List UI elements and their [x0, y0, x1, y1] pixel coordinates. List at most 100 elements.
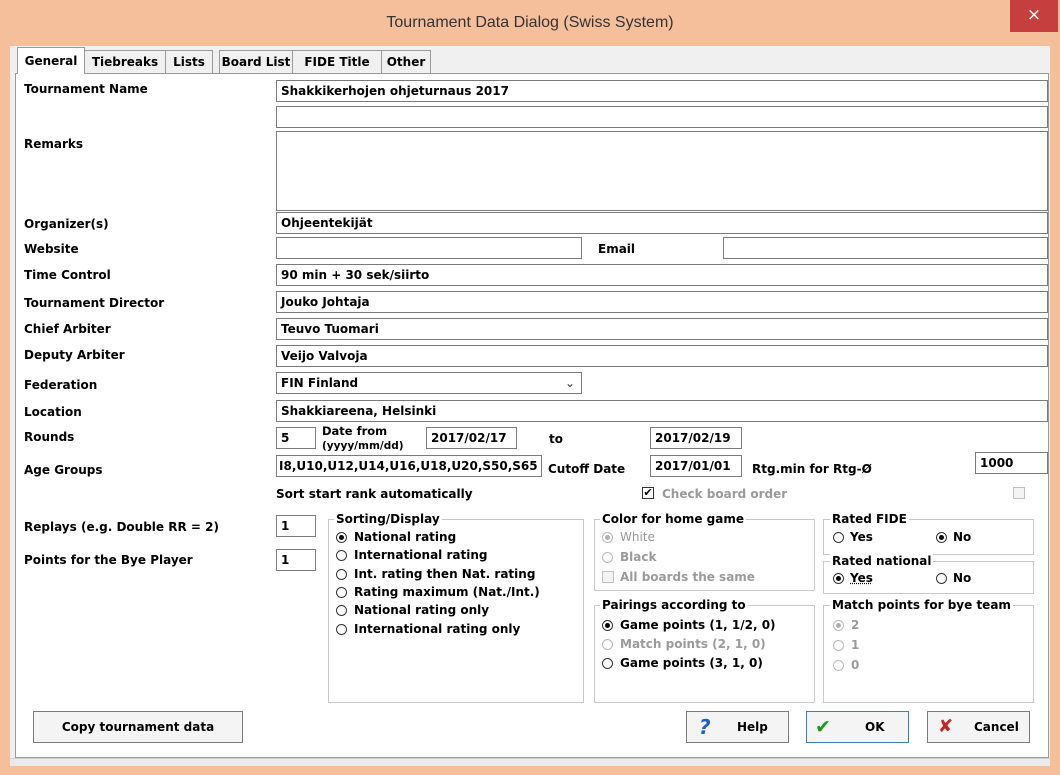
tournament-director-label: Tournament Director — [24, 296, 165, 310]
rated-fide-title: Rated FIDE — [830, 512, 909, 526]
remarks-label: Remarks — [24, 137, 84, 151]
sorting-option-label: National rating — [354, 530, 457, 544]
sort-start-rank-label: Sort start rank automatically — [276, 487, 473, 501]
status-bar — [10, 758, 1050, 766]
rounds-input[interactable]: 5 — [276, 427, 316, 449]
tournament-director-input[interactable]: Jouko Johtaja — [276, 291, 1048, 313]
pairings-radio-game-points-310[interactable] — [602, 658, 613, 669]
window-frame-left — [0, 46, 10, 775]
tournament-name-input[interactable]: Shakkikerhojen ohjeturnaus 2017 — [276, 80, 1048, 102]
match-bye-radio-1[interactable] — [833, 640, 844, 651]
match-bye-option-label: 2 — [851, 618, 860, 632]
points-bye-label: Points for the Bye Player — [24, 553, 193, 567]
match-bye-option-label: 1 — [851, 638, 860, 652]
close-icon[interactable]: × — [1010, 0, 1058, 32]
rated-fide-radio-no[interactable] — [936, 532, 947, 543]
rated-fide-no-label: No — [953, 530, 972, 544]
window-frame-right — [1050, 46, 1060, 775]
sorting-option-label: International rating only — [354, 622, 521, 636]
date-from-input[interactable]: 2017/02/17 — [426, 427, 517, 449]
color-radio-black[interactable] — [602, 552, 613, 563]
color-option-label: White — [620, 530, 655, 544]
remarks-textarea[interactable] — [276, 131, 1048, 211]
time-control-label: Time Control — [24, 268, 111, 282]
sorting-radio-international-only[interactable] — [336, 624, 347, 635]
tournament-name-label: Tournament Name — [24, 82, 148, 96]
rated-national-radio-yes[interactable] — [833, 573, 844, 584]
rated-national-radio-no[interactable] — [936, 573, 947, 584]
date-to-input[interactable]: 2017/02/19 — [650, 427, 742, 449]
time-control-input[interactable]: 90 min + 30 sek/siirto — [276, 264, 1048, 286]
sorting-radio-int-then-nat[interactable] — [336, 569, 347, 580]
match-bye-radio-0[interactable] — [833, 660, 844, 671]
pairings-option-label: Game points (3, 1, 0) — [620, 656, 763, 670]
copy-button-label: Copy tournament data — [61, 720, 215, 734]
chief-arbiter-input[interactable]: Teuvo Tuomari — [276, 318, 1048, 340]
rounds-label: Rounds — [24, 430, 75, 444]
location-input[interactable]: Shakkiareena, Helsinki — [276, 400, 1048, 422]
pairings-radio-match-points[interactable] — [602, 639, 613, 650]
help-button-label: Help — [737, 720, 768, 734]
tournament-name-2-input[interactable] — [276, 106, 1048, 128]
age-groups-label: Age Groups — [24, 463, 103, 477]
tab-board-list[interactable]: Board List — [219, 50, 293, 73]
date-to-label: to — [549, 432, 563, 446]
check-board-order-checkbox[interactable]: ✔ — [642, 487, 654, 499]
points-bye-input[interactable]: 1 — [276, 549, 316, 571]
help-icon: ? — [699, 715, 711, 739]
sorting-radio-national-only[interactable] — [336, 605, 347, 616]
federation-select-value: FIN Finland — [281, 376, 359, 390]
copy-tournament-data-button[interactable]: Copy tournament data — [33, 711, 243, 743]
sorting-radio-national[interactable] — [336, 532, 347, 543]
match-bye-title: Match points for bye team — [830, 598, 1013, 612]
sorting-display-title: Sorting/Display — [334, 512, 442, 526]
cutoff-date-input[interactable]: 2017/01/01 — [650, 455, 742, 477]
color-home-title: Color for home game — [600, 512, 747, 526]
window-title: Tournament Data Dialog (Swiss System) — [386, 14, 674, 31]
pairings-radio-game-points[interactable] — [602, 620, 613, 631]
sorting-option-label: National rating only — [354, 603, 490, 617]
deputy-arbiter-label: Deputy Arbiter — [24, 348, 125, 362]
federation-select[interactable]: FIN Finland ⌄ — [276, 372, 582, 394]
tab-lists[interactable]: Lists — [165, 50, 213, 73]
date-format-label: (yyyy/mm/dd) — [322, 440, 404, 452]
sort-start-rank-checkbox[interactable] — [1013, 487, 1025, 499]
color-option-label: Black — [620, 550, 657, 564]
check-icon: ✔ — [815, 716, 831, 738]
website-input[interactable] — [276, 237, 582, 259]
pairings-title: Pairings according to — [600, 598, 748, 612]
date-from-label: Date from — [322, 424, 388, 438]
sorting-radio-rating-max[interactable] — [336, 587, 347, 598]
tab-other[interactable]: Other — [381, 50, 431, 73]
rtg-min-label: Rtg.min for Rtg-Ø — [752, 462, 872, 476]
email-label: Email — [598, 242, 636, 256]
tab-fide-title[interactable]: FIDE Title — [292, 50, 382, 73]
cancel-x-icon: ✘ — [938, 716, 954, 737]
sorting-radio-international[interactable] — [336, 550, 347, 561]
match-bye-option-label: 0 — [851, 658, 860, 672]
cancel-button[interactable]: ✘ Cancel — [927, 711, 1030, 743]
organizers-input[interactable]: Ohjeentekijät — [276, 212, 1048, 234]
rtg-min-input[interactable]: 1000 — [975, 452, 1048, 474]
replays-input[interactable]: 1 — [276, 515, 316, 537]
all-boards-checkbox[interactable] — [602, 571, 614, 583]
sorting-option-label: Rating maximum (Nat./Int.) — [354, 585, 540, 599]
age-groups-input[interactable]: I8,U10,U12,U14,U16,U18,U20,S50,S65 — [276, 455, 542, 477]
check-board-order-label: Check board order — [662, 487, 788, 501]
rated-national-title: Rated national — [830, 554, 934, 568]
cancel-button-label: Cancel — [974, 720, 1019, 734]
rated-fide-yes-label: Yes — [850, 530, 873, 544]
tab-general[interactable]: General — [17, 47, 85, 74]
ok-button[interactable]: ✔ OK — [806, 711, 909, 743]
sorting-option-label: Int. rating then Nat. rating — [354, 567, 536, 581]
tab-tiebreaks[interactable]: Tiebreaks — [84, 50, 166, 73]
pairings-option-label: Match points (2, 1, 0) — [620, 637, 766, 651]
color-radio-white[interactable] — [602, 532, 613, 543]
match-bye-radio-2[interactable] — [833, 620, 844, 631]
deputy-arbiter-input[interactable]: Veijo Valvoja — [276, 345, 1048, 367]
email-input[interactable] — [723, 237, 1048, 259]
cutoff-date-label: Cutoff Date — [548, 462, 626, 476]
rated-fide-radio-yes[interactable] — [833, 532, 844, 543]
organizers-label: Organizer(s) — [24, 217, 109, 231]
help-button[interactable]: ? Help — [686, 711, 789, 743]
